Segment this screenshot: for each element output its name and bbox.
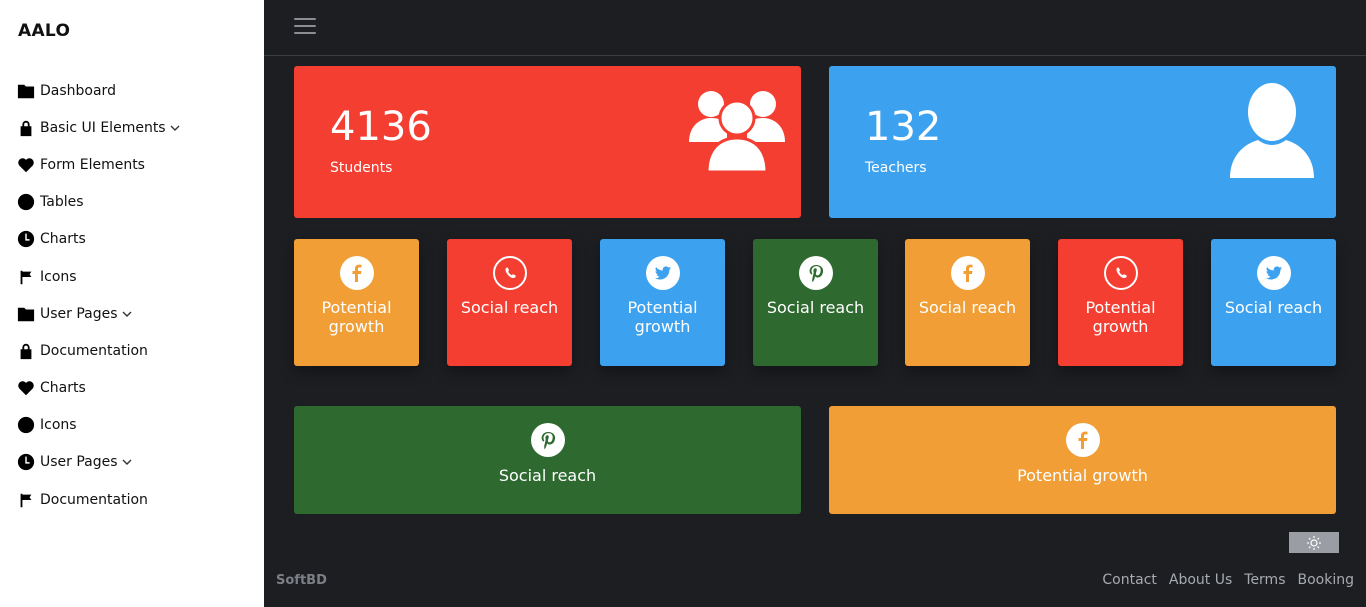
sidebar-item-label: Dashboard	[40, 82, 116, 99]
footer-link-about-us[interactable]: About Us	[1169, 572, 1232, 588]
chevron-down-icon	[122, 309, 132, 319]
twitter-icon	[1256, 256, 1291, 290]
clock-icon	[16, 452, 36, 472]
wide-tile-facebook-potential-growth[interactable]: Potential growth	[829, 406, 1336, 514]
sidebar-item-documentation[interactable]: Documentation	[16, 481, 256, 518]
sidebar-item-user-pages[interactable]: User Pages	[16, 444, 256, 481]
tile-label: Potential growth	[321, 298, 392, 336]
students-label: Students	[330, 160, 393, 176]
sidebar-item-tables[interactable]: Tables	[16, 184, 256, 221]
sun-icon	[1307, 535, 1321, 550]
folder-icon	[16, 304, 36, 324]
footer-link-terms[interactable]: Terms	[1244, 572, 1285, 588]
sidebar-item-form-elements[interactable]: Form Elements	[16, 146, 256, 183]
wide-tile-label: Social reach	[498, 466, 597, 485]
sidebar-item-charts[interactable]: Charts	[16, 370, 256, 407]
clock-icon	[16, 229, 36, 249]
sidebar-item-label: Tables	[40, 194, 84, 211]
tile-twitter-social-reach[interactable]: Social reach	[1211, 239, 1336, 366]
twitter-icon	[645, 256, 680, 290]
whatsapp-icon	[1103, 256, 1138, 290]
tile-pinterest-social-reach[interactable]: Social reach	[753, 239, 878, 366]
facebook-icon	[950, 256, 985, 290]
sidebar-item-label: Documentation	[40, 342, 148, 359]
wide-tile-label: Potential growth	[1017, 466, 1148, 485]
facebook-icon	[1065, 423, 1100, 457]
circle-icon	[16, 415, 36, 435]
circle-icon	[16, 192, 36, 212]
theme-toggle-button[interactable]	[1289, 532, 1339, 553]
hamburger-menu-icon[interactable]	[294, 18, 316, 36]
footer-links: Contact About Us Terms Booking	[1102, 572, 1354, 588]
sidebar-item-icons[interactable]: Icons	[16, 407, 256, 444]
sidebar-item-documentation[interactable]: Documentation	[16, 332, 256, 369]
user-icon	[1230, 82, 1314, 178]
tile-label: Social reach	[460, 298, 559, 317]
tile-facebook-social-reach[interactable]: Social reach	[905, 239, 1030, 366]
sidebar-item-charts[interactable]: Charts	[16, 221, 256, 258]
sidebar-item-label: Charts	[40, 231, 86, 248]
sidebar-item-label: Documentation	[40, 491, 148, 508]
folder-icon	[16, 81, 36, 101]
flag-icon	[16, 490, 36, 510]
footer-link-booking[interactable]: Booking	[1298, 572, 1355, 588]
tile-whatsapp-social-reach[interactable]: Social reach	[447, 239, 572, 366]
sidebar-item-user-pages[interactable]: User Pages	[16, 295, 256, 332]
users-group-icon	[689, 82, 785, 174]
flag-icon	[16, 267, 36, 287]
sidebar-item-label: Icons	[40, 268, 77, 285]
sidebar-item-label: Basic UI Elements	[40, 119, 166, 136]
tile-label: Social reach	[766, 298, 865, 317]
sidebar-item-label: User Pages	[40, 454, 118, 471]
sidebar: AALO Dashboard Basic UI Elements Form El…	[0, 0, 264, 607]
sidebar-item-label: Form Elements	[40, 156, 145, 173]
topbar	[264, 0, 1366, 56]
sidebar-item-icons[interactable]: Icons	[16, 258, 256, 295]
teachers-label: Teachers	[865, 160, 927, 176]
tile-label: Social reach	[918, 298, 1017, 317]
sidebar-item-label: Icons	[40, 417, 77, 434]
pinterest-icon	[530, 423, 565, 457]
heart-icon	[16, 378, 36, 398]
footer-link-contact[interactable]: Contact	[1102, 572, 1156, 588]
tile-label: Social reach	[1224, 298, 1323, 317]
sidebar-item-dashboard[interactable]: Dashboard	[16, 72, 256, 109]
chevron-down-icon	[122, 457, 132, 467]
heart-icon	[16, 155, 36, 175]
teachers-stat-card: 132 Teachers	[829, 66, 1336, 218]
tile-facebook-potential-growth[interactable]: Potential growth	[294, 239, 419, 366]
sidebar-item-basic-ui-elements[interactable]: Basic UI Elements	[16, 109, 256, 146]
footer-brand: SoftBD	[276, 573, 327, 588]
students-count: 4136	[330, 104, 432, 150]
wide-tile-pinterest-social-reach[interactable]: Social reach	[294, 406, 801, 514]
whatsapp-icon	[492, 256, 527, 290]
chevron-down-icon	[170, 123, 180, 133]
facebook-icon	[339, 256, 374, 290]
tile-twitter-potential-growth[interactable]: Potential growth	[600, 239, 725, 366]
tile-whatsapp-potential-growth[interactable]: Potential growth	[1058, 239, 1183, 366]
pinterest-icon	[798, 256, 833, 290]
sidebar-item-label: Charts	[40, 380, 86, 397]
teachers-count: 132	[865, 104, 942, 150]
sidebar-item-label: User Pages	[40, 305, 118, 322]
sidebar-nav: Dashboard Basic UI Elements Form Element…	[16, 72, 256, 518]
tile-label: Potential growth	[627, 298, 698, 336]
students-stat-card: 4136 Students	[294, 66, 801, 218]
brand-logo[interactable]: AALO	[18, 21, 70, 41]
lock-icon	[16, 118, 36, 138]
lock-icon	[16, 341, 36, 361]
tile-label: Potential growth	[1085, 298, 1156, 336]
